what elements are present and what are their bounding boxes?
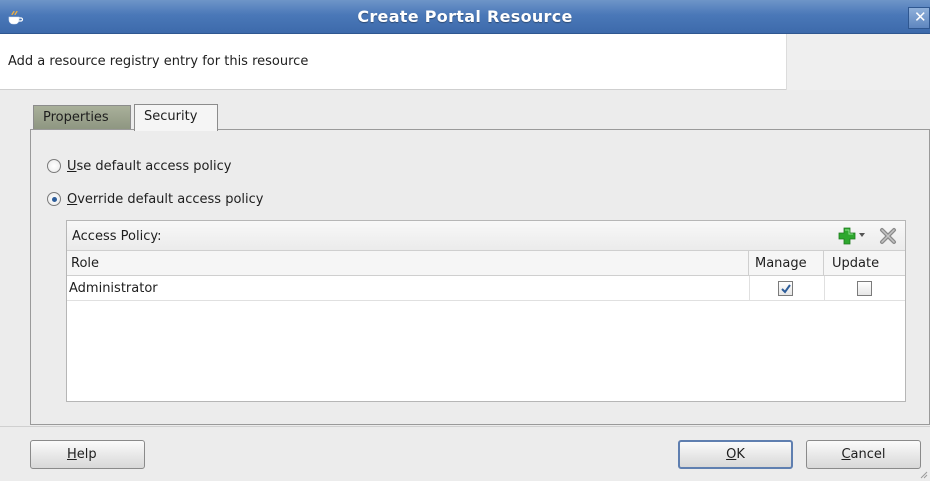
role-cell: Administrator [69, 281, 158, 296]
cancel-button[interactable]: Cancel [806, 440, 921, 469]
column-header-update[interactable]: Update [824, 251, 905, 276]
tab-properties[interactable]: Properties [33, 105, 131, 130]
dropdown-arrow-icon[interactable] [859, 233, 865, 237]
resize-grip-icon[interactable] [918, 469, 928, 479]
description-header: Add a resource registry entry for this r… [0, 34, 930, 90]
override-policy-option[interactable]: Override default access policy [47, 189, 263, 209]
description-text: Add a resource registry entry for this r… [8, 54, 309, 69]
access-policy-table: Access Policy: Role Manage Update Admini… [66, 220, 906, 402]
table-row[interactable]: Administrator [67, 276, 905, 301]
column-divider [749, 276, 750, 301]
manage-checkbox[interactable] [778, 281, 793, 296]
use-default-policy-radio[interactable] [47, 159, 61, 173]
access-policy-label: Access Policy: [72, 229, 162, 244]
title-bar[interactable]: Create Portal Resource ✕ [0, 0, 930, 34]
checkmark-icon [781, 284, 791, 294]
override-policy-label: Override default access policy [67, 191, 264, 207]
tab-security[interactable]: Security [134, 104, 218, 131]
column-header-role[interactable]: Role [67, 251, 749, 276]
add-icon[interactable] [838, 227, 856, 245]
use-default-policy-label: Use default access policy [67, 158, 232, 174]
ok-button[interactable]: OK [678, 440, 793, 469]
column-divider [824, 276, 825, 301]
access-policy-toolbar: Access Policy: [67, 221, 905, 251]
window-title: Create Portal Resource [357, 7, 573, 26]
use-default-policy-option[interactable]: Use default access policy [47, 156, 232, 176]
update-checkbox[interactable] [857, 281, 872, 296]
delete-icon[interactable] [879, 227, 897, 245]
create-portal-resource-dialog: Create Portal Resource ✕ Add a resource … [0, 0, 930, 481]
close-window-button[interactable]: ✕ [908, 7, 930, 29]
column-header-manage[interactable]: Manage [749, 251, 824, 276]
description-side-area [787, 34, 930, 90]
override-policy-radio[interactable] [47, 192, 61, 206]
close-icon: ✕ [914, 8, 927, 26]
button-bar-divider [0, 426, 930, 427]
help-button[interactable]: Help [30, 440, 145, 469]
